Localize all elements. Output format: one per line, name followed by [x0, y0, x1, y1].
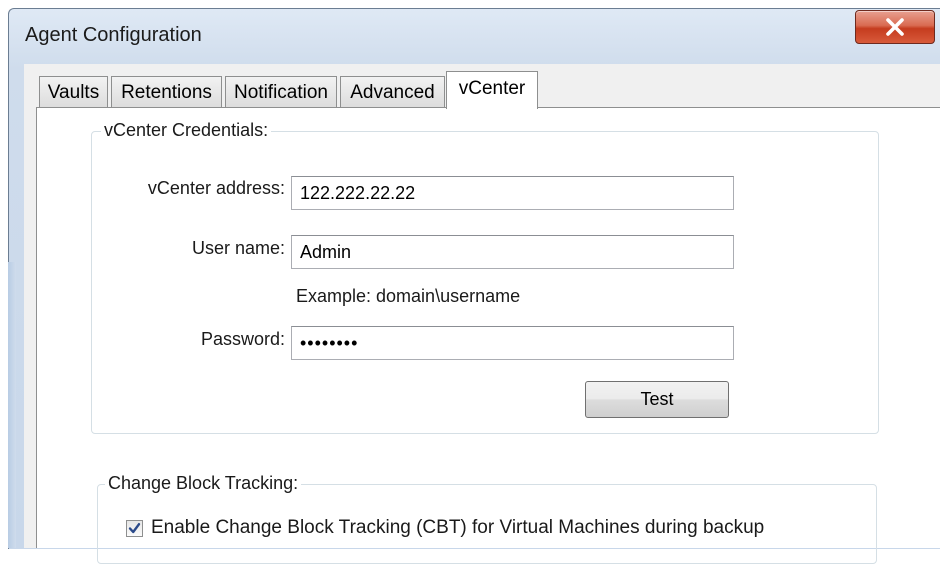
checkmark-icon	[127, 521, 142, 536]
tab-panel-vcenter: vCenter Credentials: vCenter address: 12…	[36, 107, 940, 564]
tab-label: Advanced	[350, 82, 435, 103]
tab-vaults[interactable]: Vaults	[39, 76, 108, 108]
cbt-enable-checkbox[interactable]	[126, 520, 143, 537]
window-border-strip	[8, 262, 16, 548]
vcenter-address-input[interactable]: 122.222.22.22	[291, 176, 734, 210]
tab-label: Notification	[234, 82, 328, 103]
password-label: Password:	[200, 329, 285, 349]
password-input[interactable]: ••••••••	[291, 326, 734, 360]
tab-advanced[interactable]: Advanced	[340, 76, 445, 108]
test-button[interactable]: Test	[585, 381, 729, 418]
tab-label: Retentions	[121, 82, 212, 103]
tab-retentions[interactable]: Retentions	[111, 76, 222, 108]
credentials-group-label: vCenter Credentials:	[101, 120, 272, 141]
username-hint: Example: domain\username	[296, 286, 521, 306]
close-button[interactable]	[855, 10, 935, 44]
tab-vcenter[interactable]: vCenter	[446, 71, 538, 109]
window-title: Agent Configuration	[25, 24, 202, 46]
username-input[interactable]: Admin	[291, 235, 734, 269]
tab-label: vCenter	[458, 78, 526, 99]
cbt-enable-label[interactable]: Enable Change Block Tracking (CBT) for V…	[151, 517, 764, 539]
vcenter-address-label: vCenter address:	[147, 178, 285, 198]
tab-label: Vaults	[47, 82, 100, 103]
username-label: User name:	[191, 238, 285, 258]
close-x-icon	[884, 18, 906, 36]
tab-notification[interactable]: Notification	[225, 76, 337, 108]
cbt-group-label: Change Block Tracking:	[105, 473, 302, 494]
